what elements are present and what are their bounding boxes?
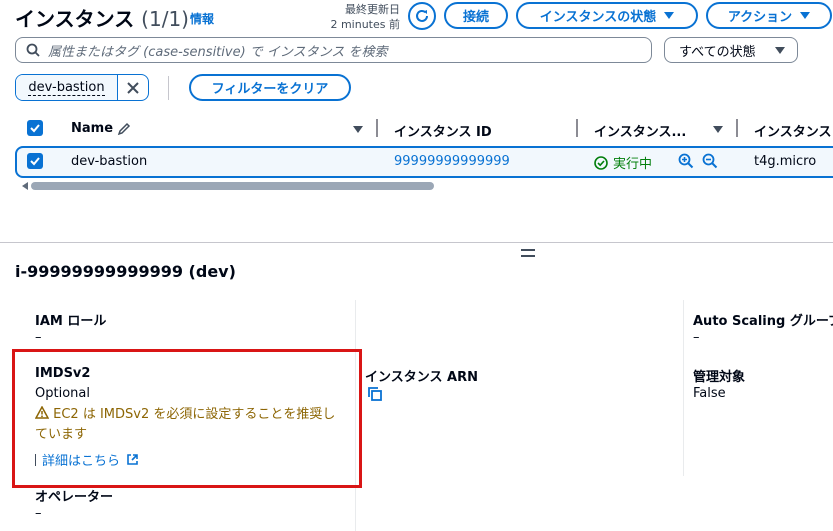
column-resizer[interactable] [376,119,378,137]
last-updated: 最終更新日 2 minutes 前 [318,2,400,32]
auto-scaling-group-label: Auto Scaling グループ [693,314,833,329]
link-separator [35,453,36,466]
check-icon [30,124,40,133]
instance-state-button[interactable]: インスタンスの状態 [516,2,698,29]
iam-role-label: IAM ロール [35,314,107,329]
drag-handle-icon[interactable] [521,249,535,257]
filter-token-text: dev-bastion [28,79,105,96]
instance-state-label: インスタンスの状態 [539,10,657,25]
filter-token: dev-bastion [15,74,149,101]
zoom-in-icon[interactable] [678,153,694,169]
iam-role-value: – [35,330,42,345]
state-filter-value: すべての状態 [679,44,756,60]
refresh-icon [416,9,428,22]
split-divider [0,242,833,243]
sort-icon[interactable] [713,126,723,133]
imds-details-link[interactable]: 詳細はこちら [35,450,139,469]
remove-filter-button[interactable] [118,75,148,100]
row-instance-id-link[interactable]: 99999999999999 [394,154,510,169]
warning-icon [34,405,50,419]
actions-button[interactable]: アクション [706,2,832,29]
imds-label: IMDSv2 [35,366,91,381]
connect-label: 接続 [462,10,489,25]
row-name: dev-bastion [71,154,148,169]
caret-down-icon [775,46,785,54]
instance-count: (1/1) [141,7,189,31]
edit-icon [117,122,131,135]
column-header-instance-id[interactable]: インスタンス ID [394,121,492,140]
select-all-checkbox[interactable] [27,120,43,136]
search-input[interactable]: 属性またはタグ (case-sensitive) で インスタンス を検索 [15,37,652,63]
clear-filter-button[interactable]: フィルターをクリア [189,74,351,101]
column-resizer[interactable] [736,119,738,137]
zoom-out-icon[interactable] [702,153,718,169]
refresh-button[interactable] [408,2,436,30]
last-updated-label: 最終更新日 [345,3,400,16]
search-placeholder: 属性またはタグ (case-sensitive) で インスタンス を検索 [48,44,388,60]
imds-warning: EC2 は IMDSv2 を必須に設定することを推奨しています [34,405,340,445]
managed-label: 管理対象 [693,370,746,385]
last-updated-value: 2 minutes 前 [330,18,400,31]
connect-button[interactable]: 接続 [444,2,508,29]
horizontal-scrollbar[interactable] [31,182,434,190]
operator-label: オペレーター [35,490,114,505]
column-resizer[interactable] [576,119,578,137]
imds-value: Optional [35,386,90,401]
caret-down-icon [800,12,811,19]
filter-token-label[interactable]: dev-bastion [16,75,118,100]
column-header-type[interactable]: インスタンス [754,121,831,140]
row-instance-type: t4g.micro [754,154,817,169]
divider [168,76,169,100]
sort-icon[interactable] [353,126,363,133]
close-icon [127,81,139,94]
check-icon [30,157,40,166]
page-title-text: インスタンス [15,7,135,31]
managed-value: False [693,386,726,401]
column-divider [683,300,684,476]
info-link[interactable]: 情報 [190,10,214,27]
copy-icon[interactable] [367,386,383,402]
scroll-left-arrow[interactable] [22,182,28,190]
status-success-icon [594,155,608,170]
instance-arn-label: インスタンス ARN [365,370,478,385]
row-state: 実行中 [594,153,652,172]
external-link-icon [127,454,138,465]
auto-scaling-group-value: – [693,330,700,345]
row-checkbox[interactable] [27,153,43,169]
operator-value: – [35,506,42,521]
row-state-text: 実行中 [613,157,653,172]
caret-down-icon [664,12,675,19]
clear-filter-label: フィルターをクリア [211,82,329,97]
search-icon [26,43,40,57]
actions-label: アクション [727,10,793,25]
details-title: i-99999999999999 (dev) [15,262,236,281]
column-name-label: Name [71,121,114,136]
state-filter-select[interactable]: すべての状態 [664,37,798,63]
page-title: インスタンス (1/1) [15,3,189,32]
imds-details-link-text: 詳細はこちら [42,454,121,469]
column-header-state[interactable]: インスタンス... [594,121,686,140]
imds-warning-text: EC2 は IMDSv2 を必須に設定することを推奨しています [35,407,336,442]
column-header-name[interactable]: Name [71,121,131,136]
